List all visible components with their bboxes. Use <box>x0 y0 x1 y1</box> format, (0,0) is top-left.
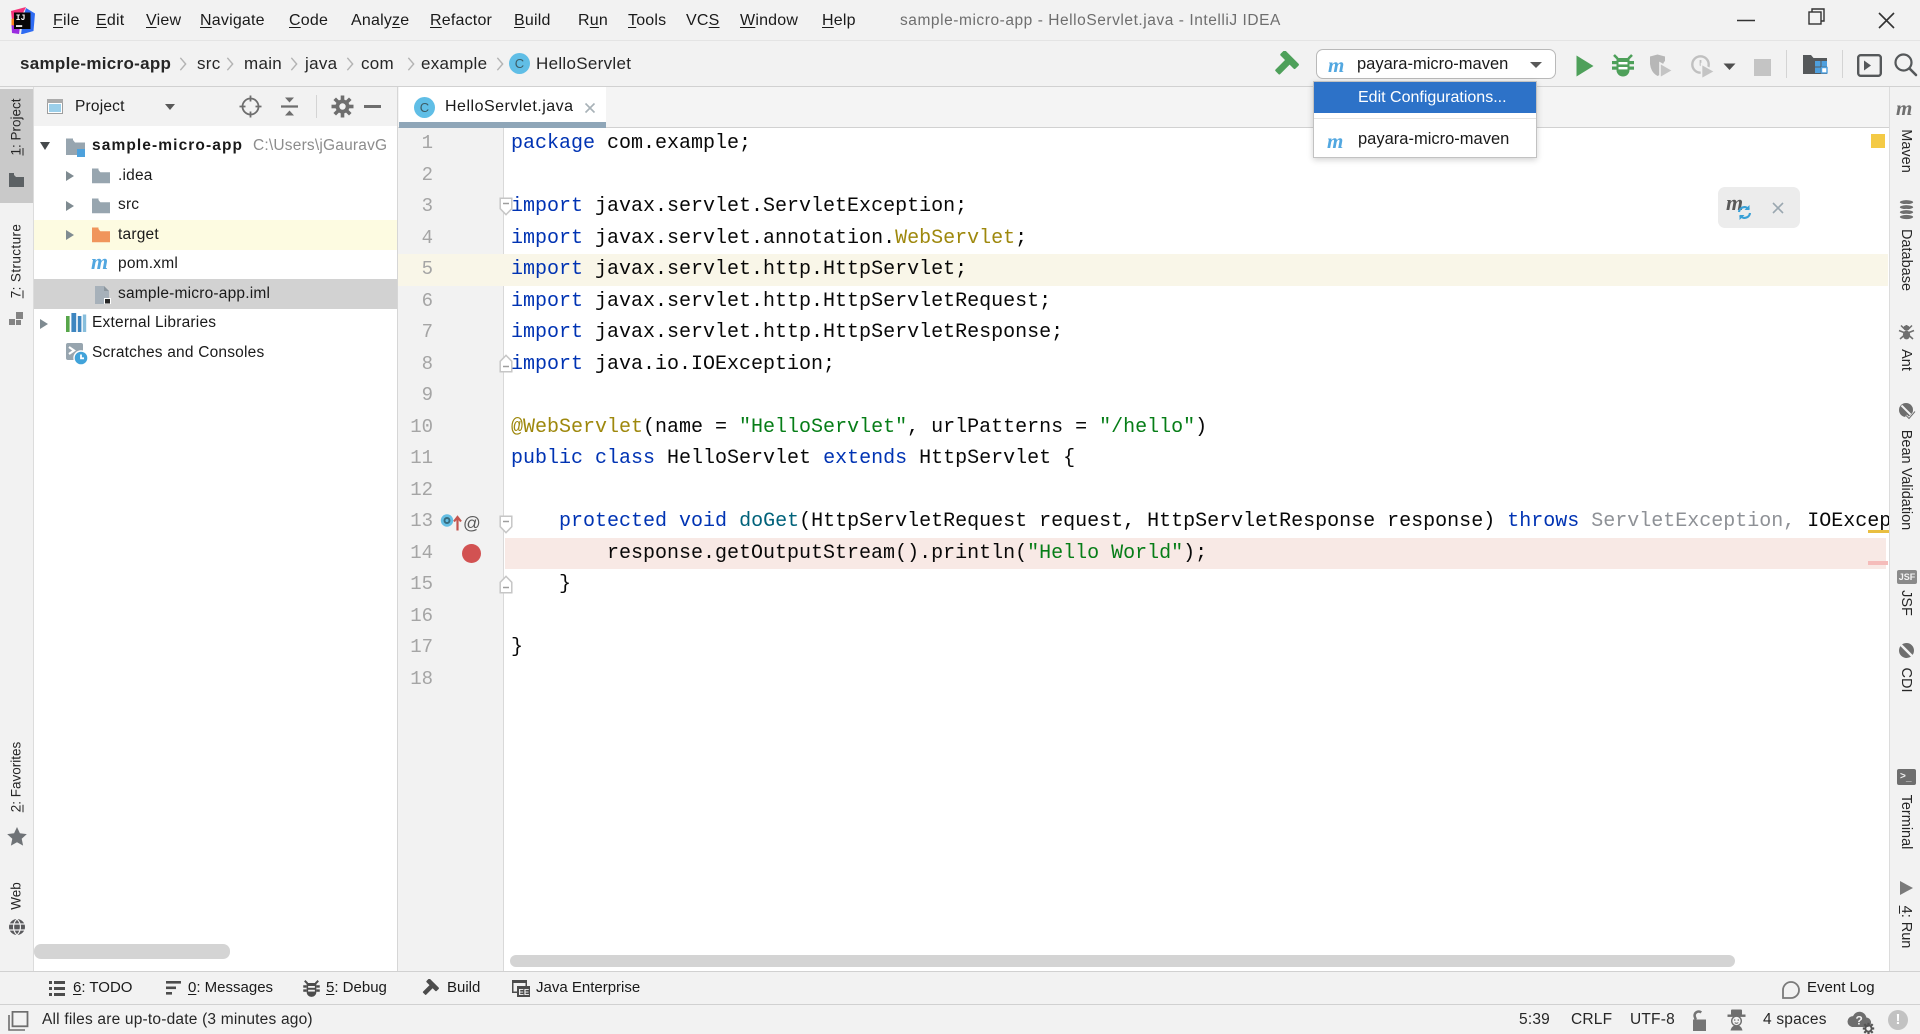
svg-text:IJ: IJ <box>16 14 26 23</box>
svg-text:?: ? <box>1856 1014 1863 1028</box>
svg-text:EE: EE <box>519 988 530 997</box>
